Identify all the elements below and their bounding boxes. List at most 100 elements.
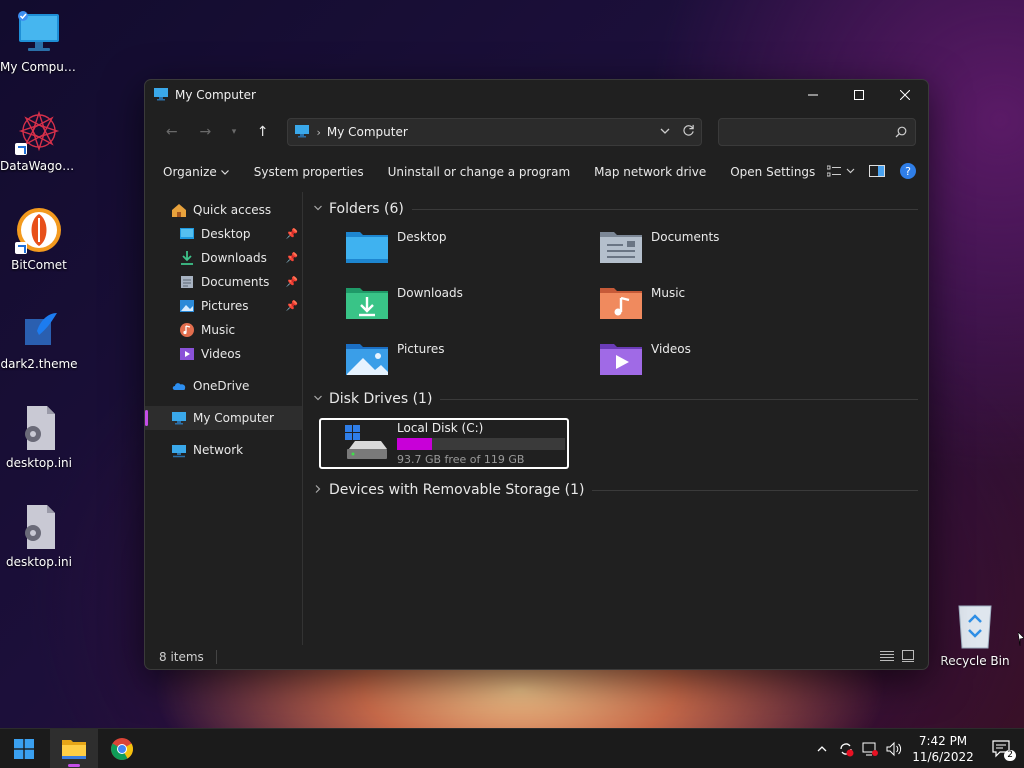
videos-folder-icon <box>600 344 642 375</box>
bitcomet-icon <box>15 206 63 254</box>
documents-folder-icon <box>600 232 642 263</box>
notification-count-badge: 2 <box>1004 749 1016 761</box>
nav-onedrive[interactable]: OneDrive <box>145 374 302 398</box>
close-button[interactable] <box>882 80 928 110</box>
nav-desktop[interactable]: Desktop 📌 <box>145 222 302 246</box>
start-button[interactable] <box>0 729 48 768</box>
home-icon <box>172 204 186 217</box>
system-properties-button[interactable]: System properties <box>242 158 376 186</box>
title-bar[interactable]: My Computer <box>145 80 928 110</box>
refresh-icon <box>683 124 694 136</box>
computer-icon <box>172 412 186 425</box>
datawagon-icon <box>15 107 63 155</box>
nav-music[interactable]: Music <box>145 318 302 342</box>
preview-pane-button[interactable] <box>869 164 886 180</box>
chevron-down-icon <box>313 393 327 406</box>
view-list-icon <box>826 165 855 176</box>
details-view-button[interactable] <box>880 650 894 665</box>
hard-drive-icon <box>345 425 387 459</box>
downloads-folder-icon <box>346 288 388 319</box>
desktop-icon-bitcomet[interactable]: BitComet <box>0 206 78 272</box>
clock[interactable]: 7:42 PM 11/6/2022 <box>906 733 980 765</box>
organize-button[interactable]: Organize <box>151 158 242 186</box>
pin-icon: 📌 <box>285 252 298 264</box>
nav-downloads[interactable]: Downloads 📌 <box>145 246 302 270</box>
breadcrumb-chevron-icon[interactable]: › <box>316 126 320 139</box>
help-button[interactable]: ? <box>899 162 917 183</box>
theme-file-icon <box>15 305 63 353</box>
desktop-folder-icon <box>346 232 388 263</box>
breadcrumb-my-computer[interactable]: My Computer <box>327 125 408 139</box>
shortcut-arrow-icon <box>15 143 27 155</box>
group-header-removable-storage[interactable]: Devices with Removable Storage (1) <box>311 479 920 501</box>
nav-my-computer[interactable]: My Computer <box>145 406 302 430</box>
nav-pictures[interactable]: Pictures 📌 <box>145 294 302 318</box>
folder-desktop[interactable]: Desktop <box>345 228 599 270</box>
main-pane: Folders (6) Desktop Documents Downloads <box>303 192 928 645</box>
desktop-icon-desktop-ini-2[interactable]: desktop.ini <box>0 503 78 569</box>
address-bar[interactable]: › My Computer <box>287 118 702 146</box>
folder-pictures[interactable]: Pictures <box>345 340 599 382</box>
minimize-button[interactable] <box>790 80 836 110</box>
up-button[interactable]: ↑ <box>248 117 278 147</box>
volume-icon <box>886 741 902 756</box>
arrow-up-icon: ↑ <box>256 124 269 140</box>
file-explorer-icon <box>62 739 86 759</box>
desktop-icon-desktop-ini-1[interactable]: desktop.ini <box>0 404 78 470</box>
desktop-folder-icon <box>180 228 194 239</box>
taskbar-file-explorer[interactable] <box>50 728 98 768</box>
group-header-folders[interactable]: Folders (6) <box>311 198 920 220</box>
recycle-bin-icon <box>951 602 999 650</box>
forward-button[interactable]: → <box>191 117 221 147</box>
back-button[interactable]: ← <box>157 117 187 147</box>
mouse-cursor-icon <box>1018 632 1024 647</box>
nav-documents[interactable]: Documents 📌 <box>145 270 302 294</box>
address-dropdown-button[interactable] <box>660 125 670 139</box>
folder-documents[interactable]: Documents <box>599 228 853 270</box>
drive-local-disk-c[interactable]: Local Disk (C:) 93.7 GB free of 119 GB <box>319 418 569 469</box>
pin-icon: 📌 <box>285 300 298 312</box>
folder-videos[interactable]: Videos <box>599 340 853 382</box>
network-status-icon <box>862 742 878 756</box>
large-icons-view-button[interactable] <box>902 649 914 665</box>
settings-file-icon <box>15 404 63 452</box>
computer-icon <box>15 8 63 56</box>
group-header-disk-drives[interactable]: Disk Drives (1) <box>311 388 920 410</box>
network-status-button[interactable] <box>858 729 882 768</box>
nav-videos[interactable]: Videos <box>145 342 302 366</box>
computer-icon <box>294 123 310 142</box>
refresh-button[interactable] <box>682 124 695 140</box>
taskbar-chrome[interactable] <box>98 729 146 768</box>
show-hidden-icons-button[interactable] <box>810 729 834 768</box>
maximize-icon <box>854 90 864 100</box>
nav-quick-access[interactable]: Quick access <box>145 198 302 222</box>
folder-music[interactable]: Music <box>599 284 853 326</box>
explorer-window: My Computer ← → ▾ ↑ › My Computer Organi… <box>144 79 929 670</box>
desktop-icon-dark2-theme[interactable]: dark2.theme <box>0 305 78 371</box>
drive-free-space: 93.7 GB free of 119 GB <box>397 453 525 466</box>
desktop-icon-recycle-bin[interactable]: Recycle Bin <box>936 602 1014 668</box>
arrow-right-icon: → <box>199 124 212 140</box>
clock-date: 11/6/2022 <box>912 749 974 764</box>
minimize-icon <box>808 94 818 96</box>
nav-network[interactable]: Network <box>145 438 302 462</box>
volume-button[interactable] <box>882 729 906 768</box>
desktop-icon-datawagon[interactable]: DataWagon... <box>0 107 78 173</box>
maximize-button[interactable] <box>836 80 882 110</box>
notification-center-button[interactable]: 2 <box>980 729 1024 768</box>
drive-name: Local Disk (C:) <box>397 421 484 435</box>
details-view-icon <box>880 650 894 661</box>
map-network-drive-button[interactable]: Map network drive <box>582 158 718 186</box>
arrow-left-icon: ← <box>165 124 178 140</box>
windows-logo-icon <box>14 738 34 759</box>
view-options-button[interactable] <box>826 165 855 180</box>
folder-downloads[interactable]: Downloads <box>345 284 599 326</box>
desktop-icon-my-computer[interactable]: My Computer <box>0 8 78 74</box>
sync-status-button[interactable] <box>834 729 858 768</box>
recent-locations-button[interactable]: ▾ <box>224 117 244 147</box>
chevron-down-icon: ▾ <box>231 127 237 137</box>
uninstall-program-button[interactable]: Uninstall or change a program <box>376 158 583 186</box>
music-icon <box>180 323 194 337</box>
search-input[interactable] <box>717 118 917 146</box>
open-settings-button[interactable]: Open Settings <box>718 158 827 186</box>
